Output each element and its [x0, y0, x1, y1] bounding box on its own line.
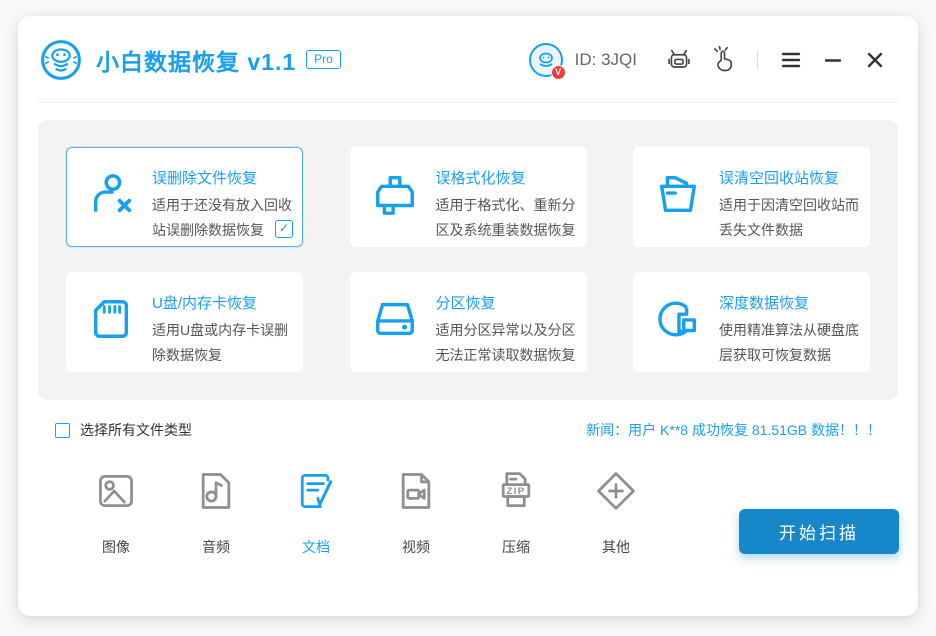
file-type-image[interactable]: 图像: [94, 469, 138, 557]
file-type-label: 视频: [394, 537, 438, 557]
card-format-recovery[interactable]: 误格式化恢复 适用于格式化、重新分区及系统重装数据恢复: [350, 147, 587, 247]
pro-badge: Pro: [306, 50, 341, 69]
card-description: 适用于格式化、重新分区及系统重装数据恢复: [436, 193, 576, 243]
file-type-label: 其他: [594, 537, 638, 557]
image-file-icon: [94, 469, 138, 513]
deep-recovery-icon: [655, 296, 701, 342]
file-type-label: 文档: [294, 537, 338, 557]
document-file-icon: [294, 469, 338, 513]
card-deep-recovery[interactable]: 深度数据恢复 使用精准算法从硬盘底层获取可恢复数据: [633, 272, 870, 372]
card-selected-checkbox[interactable]: ✓: [275, 220, 293, 238]
card-title: 分区恢复: [436, 292, 576, 313]
card-partition-recovery[interactable]: 分区恢复 适用分区异常以及分区无法正常读取数据恢复: [350, 272, 587, 372]
card-recycle-bin-recovery[interactable]: 误清空回收站恢复 适用于因清空回收站而丢失文件数据: [633, 147, 870, 247]
card-title: 误删除文件恢复: [152, 167, 292, 188]
sd-card-icon: [88, 296, 134, 342]
other-file-icon: [594, 469, 638, 513]
format-icon: [372, 171, 418, 217]
zip-file-icon: ZIP: [494, 469, 538, 513]
select-all-label: 选择所有文件类型: [80, 420, 192, 440]
minimize-button[interactable]: [820, 47, 846, 73]
file-type-archive[interactable]: ZIP 压缩: [494, 469, 538, 557]
file-type-label: 图像: [94, 537, 138, 557]
user-avatar[interactable]: V: [529, 43, 563, 77]
file-type-label: 音频: [194, 537, 238, 557]
card-title: U盘/内存卡恢复: [152, 292, 292, 313]
titlebar-divider: [757, 50, 758, 70]
svg-text:ZIP: ZIP: [506, 486, 525, 497]
close-button[interactable]: [862, 47, 888, 73]
file-type-video[interactable]: 视频: [394, 469, 438, 557]
card-description: 适用于因清空回收站而丢失文件数据: [719, 193, 859, 243]
video-file-icon: [394, 469, 438, 513]
app-window: 小白数据恢复 v1.1 Pro V ID: 3JQI: [18, 16, 918, 616]
card-description: 适用分区异常以及分区无法正常读取数据恢复: [436, 318, 576, 368]
select-all-checkbox[interactable]: [55, 423, 70, 438]
title-bar: 小白数据恢复 v1.1 Pro V ID: 3JQI: [18, 16, 918, 103]
card-title: 误清空回收站恢复: [719, 167, 859, 188]
card-description: 适用于还没有放入回收站误删除数据恢复: [152, 193, 292, 243]
app-logo-icon: [40, 39, 82, 81]
file-type-other[interactable]: 其他: [594, 469, 638, 557]
app-title: 小白数据恢复 v1.1: [96, 43, 296, 77]
file-type-list: 图像 音频: [94, 469, 694, 557]
news-ticker: 新闻：用户 K**8 成功恢复 81.51GB 数据！！！: [586, 420, 881, 440]
file-type-document[interactable]: 文档: [294, 469, 338, 557]
card-title: 深度数据恢复: [719, 292, 859, 313]
audio-file-icon: [194, 469, 238, 513]
card-description: 适用U盘或内存卡误删除数据恢复: [152, 318, 292, 368]
card-title: 误格式化恢复: [436, 167, 576, 188]
user-delete-icon: [88, 171, 134, 217]
recycle-bin-icon: [655, 171, 701, 217]
click-hand-icon[interactable]: [708, 45, 738, 75]
start-scan-button[interactable]: 开始扫描: [739, 509, 899, 554]
file-type-audio[interactable]: 音频: [194, 469, 238, 557]
menu-button[interactable]: [778, 47, 804, 73]
user-id-label: ID: 3JQI: [575, 50, 637, 70]
hard-drive-icon: [372, 296, 418, 342]
vip-badge: V: [551, 65, 566, 80]
recovery-modes-panel: 误删除文件恢复 适用于还没有放入回收站误删除数据恢复 ✓ 误格式化恢复 适用于格…: [38, 120, 898, 400]
robot-assistant-icon[interactable]: [664, 45, 694, 75]
card-description: 使用精准算法从硬盘底层获取可恢复数据: [719, 318, 859, 368]
card-deleted-file-recovery[interactable]: 误删除文件恢复 适用于还没有放入回收站误删除数据恢复 ✓: [66, 147, 303, 247]
card-usb-sd-recovery[interactable]: U盘/内存卡恢复 适用U盘或内存卡误删除数据恢复: [66, 272, 303, 372]
file-type-label: 压缩: [494, 537, 538, 557]
